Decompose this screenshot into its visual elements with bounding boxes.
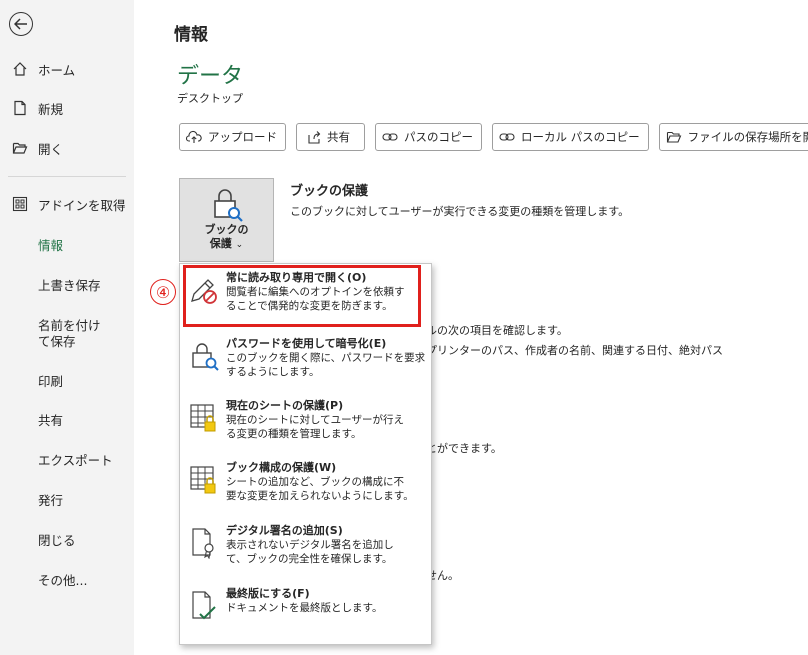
versions-text: とができます。 <box>426 442 502 455</box>
lock-key-icon <box>186 336 222 376</box>
open-folder-icon <box>666 131 681 143</box>
file-title: データ <box>177 64 244 89</box>
protect-description: このブックに対してユーザーが実行できる変更の種類を管理します。 <box>290 205 630 218</box>
lock-magnifier-icon <box>213 189 243 222</box>
sidebar-item-open[interactable]: 開く <box>0 130 134 166</box>
protect-button-label-line2: 保護 ⌄ <box>209 237 244 250</box>
page-title: 情報 <box>174 25 208 45</box>
copy-local-path-button[interactable]: ローカル パスのコピー <box>492 123 649 151</box>
sidebar-divider <box>8 176 126 177</box>
menu-item-desc: る変更の種類を管理します。 <box>226 428 362 440</box>
copy-path-button[interactable]: パスのコピー <box>375 123 482 151</box>
sidebar-item-share[interactable]: 共有 <box>0 401 134 437</box>
link-icon <box>499 133 515 141</box>
sidebar-item-more[interactable]: その他... <box>0 561 134 597</box>
sidebar-item-new[interactable]: 新規 <box>0 90 134 126</box>
menu-item-desc: ドキュメントを最終版とします。 <box>226 602 383 614</box>
sidebar-item-get-addins[interactable]: アドインを取得 <box>0 186 134 222</box>
sidebar-item-home[interactable]: ホーム <box>0 51 134 87</box>
share-icon <box>308 131 321 144</box>
share-label: 共有 <box>327 130 350 144</box>
copy-local-path-label: ローカル パスのコピー <box>521 130 640 144</box>
sidebar-item-print[interactable]: 印刷 <box>0 362 134 398</box>
upload-button[interactable]: アップロード <box>179 123 286 151</box>
menu-item-desc: するようにします。 <box>226 366 320 378</box>
link-icon <box>382 133 398 141</box>
arrow-left-icon <box>14 18 27 30</box>
file-location: デスクトップ <box>177 92 243 105</box>
sidebar-item-save[interactable]: 上書き保存 <box>0 266 134 302</box>
menu-item-desc: 要な変更を加えられないようにします。 <box>226 490 414 502</box>
protect-workbook-menu: 常に読み取り専用で開く(O) 閲覧者に編集へのオプトインを依頼す ることで偶発的… <box>179 263 432 645</box>
sidebar-item-label: 名前を付けて保存 <box>38 318 101 349</box>
home-icon <box>12 61 28 77</box>
sidebar-item-label: 共有 <box>38 412 64 428</box>
back-button[interactable] <box>9 12 33 36</box>
chevron-down-icon: ⌄ <box>235 240 244 250</box>
protect-button-label-line1: ブックの <box>204 223 249 236</box>
document-check-icon <box>186 586 222 626</box>
menu-item-protect-structure[interactable]: ブック構成の保護(W) シートの追加など、ブックの構成に不 要な変更を加えられな… <box>186 460 426 503</box>
sidebar-item-label: 上書き保存 <box>38 277 101 293</box>
menu-item-desc: このブックを開く際に、パスワードを要求 <box>226 352 426 364</box>
sidebar-item-label: 閉じる <box>38 532 76 548</box>
protect-workbook-button[interactable]: ブックの 保護 ⌄ <box>179 178 274 262</box>
open-file-location-label: ファイルの保存場所を開く <box>687 130 808 144</box>
menu-item-title: デジタル署名の追加(S) <box>226 524 343 537</box>
menu-item-title: 現在のシートの保護(P) <box>226 399 344 412</box>
menu-item-desc: 表示されないデジタル署名を追加し <box>226 539 394 551</box>
menu-item-desc: て、ブックの完全性を確保します。 <box>226 553 393 565</box>
menu-item-title: 常に読み取り専用で開く(O) <box>226 271 367 284</box>
pencil-prohibited-icon <box>186 270 222 310</box>
signature-ribbon-icon <box>186 523 222 563</box>
sidebar-item-label: 印刷 <box>38 373 64 389</box>
sidebar-item-save-as[interactable]: 名前を付けて保存 <box>0 318 120 358</box>
sidebar-item-label: ホーム <box>38 62 76 78</box>
menu-item-title: 最終版にする(F) <box>226 587 310 600</box>
sidebar-item-label: 発行 <box>38 492 64 508</box>
menu-item-always-open-read-only[interactable]: 常に読み取り専用で開く(O) 閲覧者に編集へのオプトインを依頼す ることで偶発的… <box>186 270 426 313</box>
sidebar-item-close[interactable]: 閉じる <box>0 521 134 557</box>
menu-item-desc: 閲覧者に編集へのオプトインを依頼す <box>226 286 405 298</box>
menu-item-desc: シートの追加など、ブックの構成に不 <box>226 476 404 488</box>
open-folder-icon <box>12 140 28 156</box>
menu-item-encrypt-password[interactable]: パスワードを使用して暗号化(E) このブックを開く際に、パスワードを要求 するよ… <box>186 336 426 379</box>
inspect-text-line1: ルの次の項目を確認します。 <box>426 324 568 337</box>
menu-item-desc: 現在のシートに対してユーザーが行え <box>226 414 404 426</box>
sidebar-item-label: エクスポート <box>38 452 113 468</box>
backstage-sidebar: ホーム 新規 開く アドインを取得 情報 上書き保存 名前を付けて保存 印刷 共… <box>0 0 134 655</box>
upload-label: アップロード <box>208 130 277 144</box>
workbook-structure-lock-icon <box>186 460 222 500</box>
share-button[interactable]: 共有 <box>296 123 365 151</box>
file-toolbar: アップロード 共有 パスのコピー ローカル パスのコピー ファイルの保存場所を開… <box>179 123 808 151</box>
sidebar-item-info[interactable]: 情報 <box>0 226 134 262</box>
sidebar-item-label: 情報 <box>38 237 64 253</box>
menu-item-title: ブック構成の保護(W) <box>226 461 337 474</box>
sidebar-item-label: 新規 <box>38 101 64 117</box>
step-badge: ④ <box>150 279 176 305</box>
protect-title: ブックの保護 <box>290 184 369 199</box>
menu-item-desc: ることで偶発的な変更を防ぎます。 <box>226 300 393 312</box>
new-document-icon <box>12 100 28 116</box>
inspect-text-line2: プリンターのパス、作成者の名前、関連する日付、絶対パス <box>426 344 723 357</box>
menu-item-add-digital-signature[interactable]: デジタル署名の追加(S) 表示されないデジタル署名を追加し て、ブックの完全性を… <box>186 523 426 566</box>
cloud-upload-icon <box>186 130 202 143</box>
sidebar-item-export[interactable]: エクスポート <box>0 441 134 477</box>
sheet-lock-icon <box>186 398 222 438</box>
sidebar-item-label: アドインを取得 <box>38 197 126 213</box>
sidebar-item-publish[interactable]: 発行 <box>0 481 134 517</box>
sidebar-item-label: 開く <box>38 141 64 157</box>
menu-item-mark-as-final[interactable]: 最終版にする(F) ドキュメントを最終版とします。 <box>186 586 426 626</box>
copy-path-label: パスのコピー <box>404 130 473 144</box>
sidebar-item-label: その他... <box>38 572 88 588</box>
menu-item-title: パスワードを使用して暗号化(E) <box>226 337 387 350</box>
open-file-location-button[interactable]: ファイルの保存場所を開く <box>658 123 808 151</box>
menu-item-protect-sheet[interactable]: 現在のシートの保護(P) 現在のシートに対してユーザーが行え る変更の種類を管理… <box>186 398 426 441</box>
addins-grid-icon <box>12 196 28 212</box>
